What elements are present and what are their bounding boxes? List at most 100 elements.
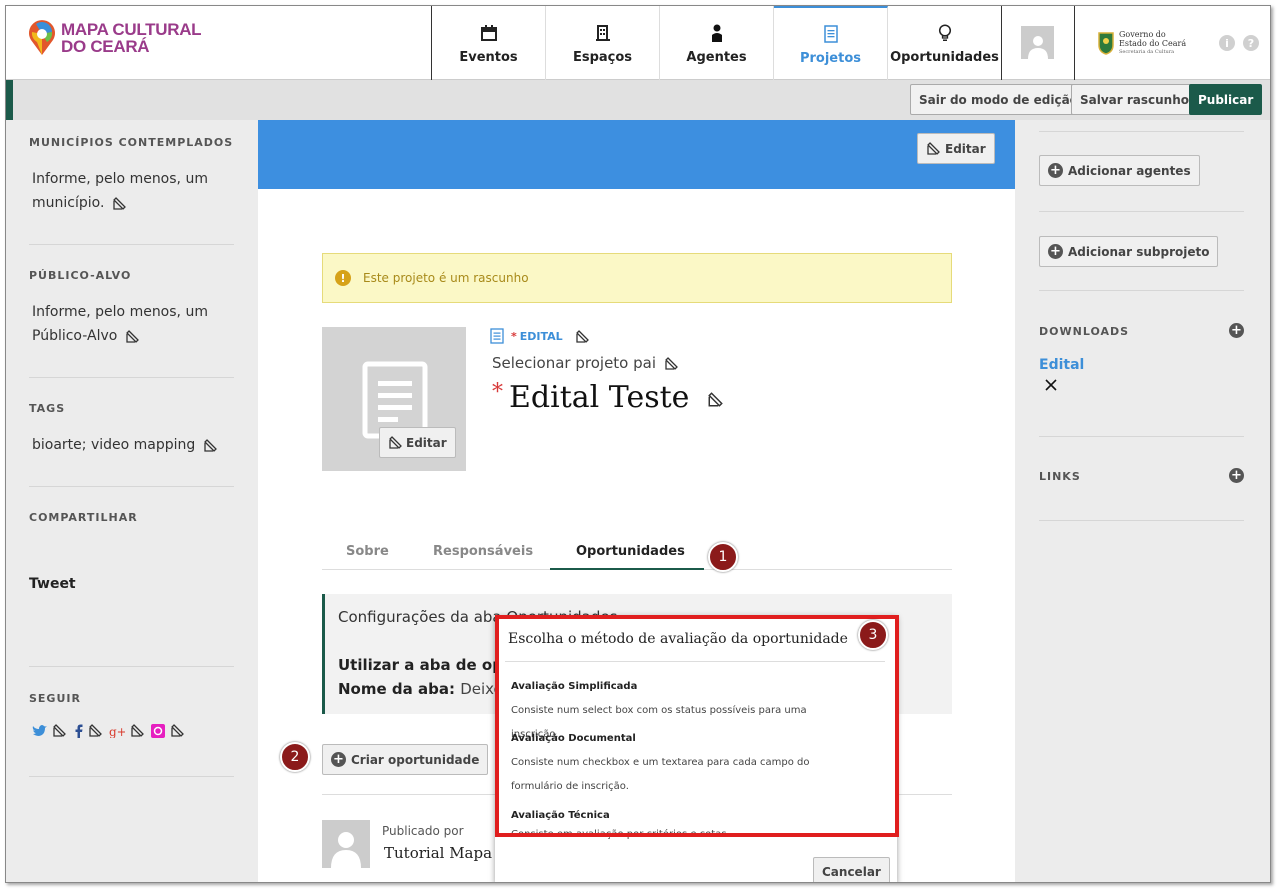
project-type-label: EDITAL	[519, 329, 563, 343]
add-subproject-button[interactable]: + Adicionar subprojeto	[1039, 236, 1219, 267]
author-name[interactable]: Tutorial Mapa	[384, 844, 492, 862]
edit-pencil-icon[interactable]	[707, 391, 724, 408]
create-opportunity-label: Criar oportunidade	[351, 752, 480, 767]
divider	[1039, 436, 1244, 437]
info-icon[interactable]: i	[1219, 35, 1235, 51]
svg-text:g+: g+	[109, 725, 125, 738]
close-icon[interactable]	[1045, 379, 1057, 391]
links-section: LINKS +	[1039, 468, 1244, 483]
cover-edit-button[interactable]: Editar	[917, 133, 995, 164]
divider	[1039, 290, 1244, 291]
publico-value: Informe, pelo menos, um Público-Alvo	[32, 304, 208, 344]
callout-badge-2: 2	[280, 742, 310, 772]
add-agents-label: Adicionar agentes	[1068, 163, 1191, 178]
nav-espacos[interactable]: Espaços	[546, 6, 660, 80]
tags-field[interactable]: bioarte; video mapping	[29, 433, 234, 457]
draft-notice: ! Este projeto é um rascunho	[322, 253, 952, 303]
parent-project-field[interactable]: Selecionar projeto pai	[492, 354, 679, 372]
create-opportunity-button[interactable]: + Criar oportunidade	[322, 744, 489, 775]
google-plus-icon[interactable]: g+	[109, 724, 125, 738]
edit-pencil-icon[interactable]	[575, 329, 590, 344]
add-download-icon[interactable]: +	[1229, 323, 1244, 338]
instagram-icon[interactable]	[151, 723, 165, 738]
plus-circle-icon: +	[1048, 244, 1063, 259]
edit-pencil-icon[interactable]	[125, 329, 140, 344]
user-avatar[interactable]	[1021, 26, 1054, 59]
tab-name-row: Nome da aba: Deixe	[338, 680, 503, 698]
downloads-title: DOWNLOADS	[1039, 325, 1130, 338]
help-icon[interactable]: ?	[1243, 35, 1259, 51]
edit-pencil-icon[interactable]	[52, 723, 67, 738]
edit-pencil-icon[interactable]	[664, 356, 679, 371]
gov-line-2: Estado do Ceará	[1119, 38, 1187, 48]
cancel-button[interactable]: Cancelar	[813, 857, 890, 882]
use-tab-label: Utilizar a aba de op	[338, 656, 503, 674]
divider	[29, 377, 234, 378]
cover-banner: Editar	[258, 120, 1015, 189]
publico-section: PÚBLICO-ALVO Informe, pelo menos, um Púb…	[29, 269, 234, 348]
user-silhouette-icon	[1027, 36, 1048, 59]
divider	[29, 776, 234, 777]
edit-pencil-icon[interactable]	[170, 723, 185, 738]
required-asterisk: *	[511, 329, 517, 343]
add-link-icon[interactable]: +	[1229, 468, 1244, 483]
tags-section: TAGS bioarte; video mapping	[29, 402, 234, 457]
main-nav: Eventos Espaços Agentes Projetos Oportun…	[431, 6, 1002, 80]
government-logo: Governo do Estado do Ceará Secretaria da…	[1074, 6, 1270, 80]
edit-pencil-icon[interactable]	[88, 723, 103, 738]
downloads-section: DOWNLOADS + Edital	[1039, 323, 1244, 395]
calendar-icon	[480, 24, 497, 41]
municipios-field[interactable]: Informe, pelo menos, um município.	[29, 167, 234, 215]
nav-label: Eventos	[459, 49, 518, 65]
tab-responsaveis[interactable]: Responsáveis	[433, 544, 533, 559]
project-title-field[interactable]: * Edital Teste	[492, 380, 724, 415]
nav-projetos[interactable]: Projetos	[774, 6, 888, 80]
warning-icon: !	[335, 270, 351, 286]
logo-line-1: MAPA CULTURAL	[61, 20, 202, 39]
publico-title: PÚBLICO-ALVO	[29, 269, 132, 282]
logo-line-2: DO CEARÁ	[61, 37, 150, 56]
nav-eventos[interactable]: Eventos	[432, 6, 546, 80]
user-silhouette-icon	[331, 832, 361, 868]
divider	[29, 486, 234, 487]
facebook-icon[interactable]	[75, 724, 83, 738]
site-logo[interactable]: MAPA CULTURAL DO CEARÁ	[28, 20, 202, 56]
lightbulb-icon	[938, 23, 951, 41]
parent-project-label: Selecionar projeto pai	[492, 354, 657, 372]
gov-line-3: Secretaria da Cultura	[1119, 48, 1175, 55]
project-thumbnail: Editar	[322, 327, 466, 471]
nav-agentes[interactable]: Agentes	[660, 6, 774, 80]
tab-oportunidades[interactable]: Oportunidades	[576, 544, 685, 559]
highlight-box	[495, 615, 899, 837]
add-agents-button[interactable]: + Adicionar agentes	[1039, 155, 1200, 186]
document-icon	[490, 328, 504, 344]
edit-pencil-icon[interactable]	[112, 196, 127, 211]
tweet-button[interactable]: Tweet	[29, 576, 234, 592]
save-draft-button[interactable]: Salvar rascunho	[1071, 84, 1199, 115]
project-type[interactable]: * EDITAL	[490, 328, 590, 344]
publico-field[interactable]: Informe, pelo menos, um Público-Alvo	[29, 300, 234, 348]
edit-pencil-icon[interactable]	[130, 723, 145, 738]
plus-circle-icon: +	[331, 752, 346, 767]
callout-badge-3: 3	[858, 620, 888, 650]
nav-oportunidades[interactable]: Oportunidades	[888, 6, 1002, 80]
divider	[1039, 131, 1244, 132]
edit-pencil-icon	[927, 142, 940, 155]
seguir-title: SEGUIR	[29, 692, 81, 705]
tab-sobre[interactable]: Sobre	[346, 544, 389, 559]
edit-pencil-icon[interactable]	[203, 438, 218, 453]
thumbnail-edit-button[interactable]: Editar	[379, 427, 456, 458]
publish-button[interactable]: Publicar	[1189, 84, 1263, 115]
municipios-title: MUNICÍPIOS CONTEMPLADOS	[29, 136, 234, 149]
ceara-coat-of-arms-icon	[1098, 32, 1114, 55]
twitter-icon[interactable]	[32, 724, 47, 737]
gov-line-1: Governo do	[1119, 29, 1166, 39]
tab-name-label: Nome da aba:	[338, 680, 455, 698]
divider	[29, 666, 234, 667]
download-item[interactable]: Edital	[1039, 357, 1244, 373]
tags-title: TAGS	[29, 402, 66, 415]
exit-edit-mode-button[interactable]: Sair do modo de edição	[910, 84, 1087, 115]
municipios-section: MUNICÍPIOS CONTEMPLADOS Informe, pelo me…	[29, 136, 234, 215]
nav-label: Oportunidades	[890, 49, 999, 65]
nav-label: Projetos	[799, 50, 862, 66]
